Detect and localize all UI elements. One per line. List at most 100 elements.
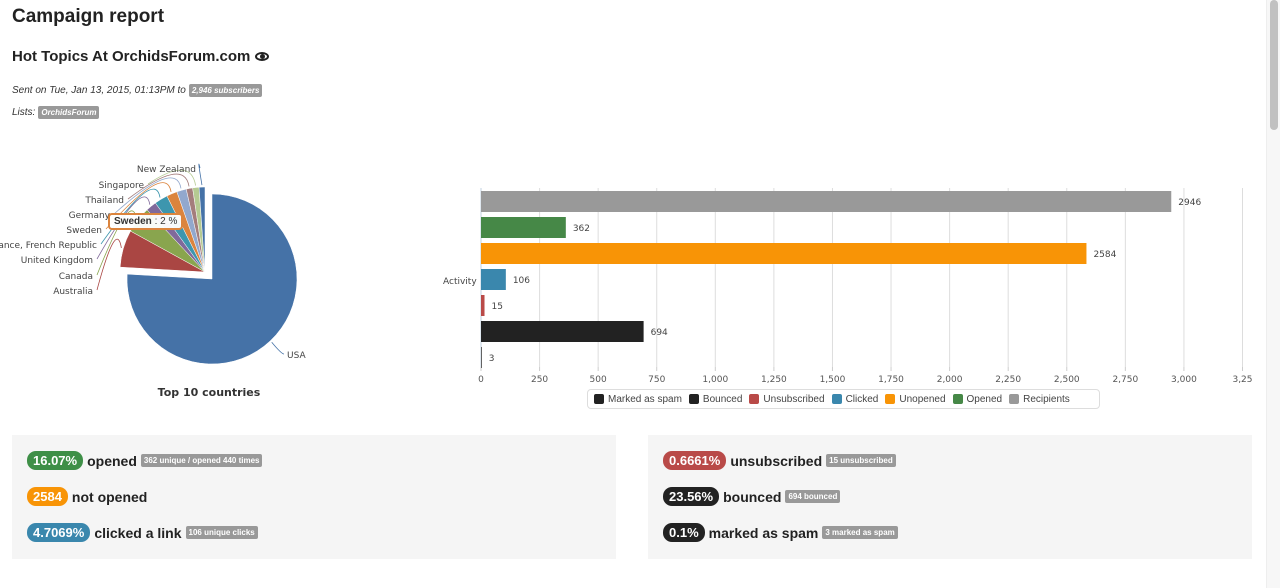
stat-row-bounced: 23.56% bounced 694 bounced [663, 487, 841, 506]
stat-note: 362 unique / opened 440 times [140, 454, 263, 467]
legend-swatch [749, 394, 760, 404]
stat-row-opened: 16.07% opened 362 unique / opened 440 time… [27, 451, 263, 470]
stat-label: bounced [723, 488, 782, 505]
pie-chart: USA Australia Canada United Kingdom France, … [0, 163, 306, 399]
stat-badge: 0.1% [663, 523, 705, 542]
legend-item-unopened[interactable]: Unopened [885, 393, 946, 405]
bar-value-label: 15 [492, 302, 503, 312]
legend-swatch [831, 394, 842, 404]
x-tick-label: 500 [590, 375, 607, 385]
x-tick-label: 3,000 [1171, 375, 1197, 385]
pie-label: Canada [59, 272, 93, 282]
stat-badge: 16.07% [27, 451, 84, 470]
x-tick-label: 2,250 [995, 375, 1021, 385]
bar-value-label: 3 [489, 354, 495, 364]
pie-label: USA [287, 351, 306, 361]
legend-item-marked-as-spam[interactable]: Marked as spam [594, 394, 682, 405]
legend-item-clicked[interactable]: Clicked [831, 393, 879, 405]
bar-marked-as-spam[interactable] [481, 347, 482, 368]
bar-bounced[interactable] [481, 321, 644, 342]
x-tick-label: 0 [478, 375, 484, 385]
x-tick-label: 250 [531, 375, 548, 385]
stat-label: marked as spam [708, 524, 819, 541]
stat-note: 15 unsubscribed [826, 454, 896, 467]
stat-badge: 23.56% [663, 487, 720, 506]
pie-label: Germany [69, 211, 111, 221]
stat-row-unsubscribed: 0.6661% unsubscribed 15 unsubscribed [663, 451, 896, 470]
bar-value-label: 2584 [1093, 250, 1116, 260]
stat-row-clicked-a-link: 4.7069% clicked a link 106 unique clicks [27, 523, 258, 542]
campaign-name-text: Hot Topics At OrchidsForum.com [12, 48, 251, 65]
category-label: Activity [443, 277, 477, 287]
x-tick-label: 1,250 [761, 375, 787, 385]
x-tick-label: 3,25 [1232, 375, 1252, 385]
stat-row-not-opened: 2584 not opened [27, 487, 147, 506]
bar-clicked[interactable] [481, 269, 506, 290]
legend-label: Unopened [899, 393, 946, 405]
stat-row-marked-as-spam: 0.1% marked as spam 3 marked as spam [663, 523, 898, 542]
x-tick-label: 1,500 [820, 375, 846, 385]
pie-label: Thailand [84, 196, 124, 206]
pie-title: Top 10 countries [158, 386, 261, 399]
subscribers-tag: 2,946 subscribers [188, 84, 263, 97]
bar-value-label: 694 [651, 328, 668, 338]
legend-swatch [594, 394, 604, 404]
sent-text: Sent on Tue, Jan 13, 2015, 01:13PM to [12, 85, 186, 96]
legend-label: Recipients [1023, 393, 1070, 405]
legend-swatch [885, 394, 896, 404]
x-tick-label: 1,000 [702, 375, 728, 385]
legend-label: Unsubscribed [763, 393, 825, 405]
bar-unopened[interactable] [481, 243, 1087, 264]
bar-value-label: 106 [513, 276, 530, 286]
legend-label: Opened [966, 393, 1003, 405]
x-tick-label: 2,750 [1112, 375, 1138, 385]
stat-badge: 4.7069% [27, 523, 91, 542]
scrollbar-thumb[interactable] [1270, 0, 1278, 130]
legend-label: Clicked [845, 393, 879, 405]
tooltip-name: Sweden [114, 216, 152, 227]
pie-connector [271, 341, 285, 355]
bar-recipients[interactable] [481, 191, 1172, 212]
x-tick-label: 1,750 [878, 375, 904, 385]
legend-label: Marked as spam [608, 393, 682, 405]
pie-label: United Kingdom [21, 256, 93, 266]
campaign-name: Hot Topics At OrchidsForum.com [12, 48, 270, 65]
eye-icon[interactable] [255, 52, 270, 61]
stat-badge: 0.6661% [663, 451, 727, 470]
bar-unsubscribed[interactable] [481, 295, 485, 316]
tooltip-value: : 2 % [151, 216, 178, 227]
bar-value-label: 2946 [1178, 198, 1201, 208]
stat-badge: 2584 [27, 487, 68, 506]
bar-chart: 0 250 500 750 1,000 1,250 1,500 1,750 2,000 2,250… [443, 188, 1253, 385]
legend-item-unsubscribed[interactable]: Unsubscribed [749, 393, 825, 405]
lists-info: Lists: OrchidsForum [12, 106, 100, 119]
legend-item-recipients[interactable]: Recipients [1009, 394, 1070, 405]
page-title: Campaign report [12, 6, 165, 27]
stat-label: not opened [71, 488, 148, 505]
list-tag[interactable]: OrchidsForum [38, 106, 100, 119]
stat-label: unsubscribed [730, 452, 823, 469]
bar-value-label: 362 [573, 224, 590, 234]
pie-label: New Zealand [137, 165, 196, 175]
pie-label: Australia [53, 287, 93, 297]
sent-info: Sent on Tue, Jan 13, 2015, 01:13PM to 2,… [12, 84, 263, 97]
pie-connector [198, 163, 203, 186]
stat-note: 106 unique clicks [185, 526, 258, 539]
stat-label: opened [87, 452, 137, 469]
pie-label: Singapore [99, 181, 145, 191]
lists-label: Lists: [12, 107, 36, 118]
legend-item-opened[interactable]: Opened [952, 393, 1003, 405]
legend-swatch [1009, 394, 1020, 404]
pie-tooltip: Sweden : 2 % [108, 213, 184, 230]
legend-label: Bounced [702, 393, 743, 405]
pie-label: France, French Republic [0, 241, 97, 251]
x-tick-label: 2,000 [937, 375, 963, 385]
bar-opened[interactable] [481, 217, 566, 238]
stat-label: clicked a link [94, 524, 182, 541]
pie-label: Sweden [66, 226, 102, 236]
scrollbar[interactable] [1266, 0, 1280, 588]
stats-panel-right: 0.6661% unsubscribed 15 unsubscribed 23.56%… [648, 435, 1252, 559]
legend-item-bounced[interactable]: Bounced [688, 393, 743, 405]
stat-note: 3 marked as spam [822, 526, 898, 539]
legend-swatch [688, 394, 699, 404]
